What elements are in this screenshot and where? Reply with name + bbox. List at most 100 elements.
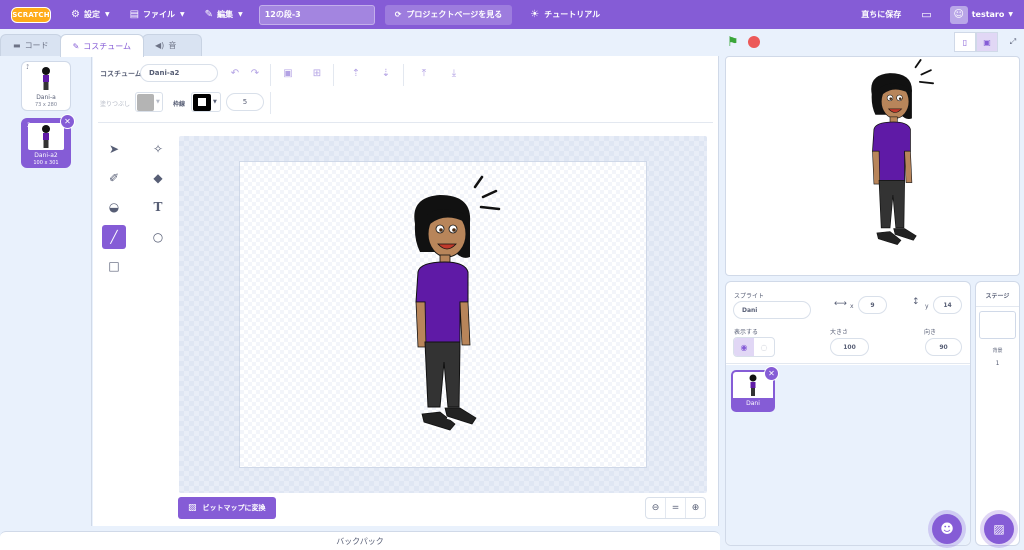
show-label: 表示する	[734, 329, 759, 336]
costume-name-input[interactable]: Dani-a2	[140, 64, 218, 82]
brush-icon: ✐	[108, 171, 120, 185]
group-icon[interactable]: ▣	[279, 64, 297, 82]
outline-color-picker[interactable]: ▼	[191, 92, 221, 112]
back-icon[interactable]: ⤓	[445, 64, 463, 82]
sprite-label: スプライト	[734, 293, 765, 300]
stage-size-controls: ▯ ▣ ⤢	[954, 32, 1024, 52]
chevron-down-icon: ▼	[180, 11, 185, 18]
folder-icon[interactable]: ▭	[921, 8, 931, 21]
small-stage-icon[interactable]: ▯	[954, 32, 976, 52]
stop-icon[interactable]	[748, 36, 760, 48]
avatar[interactable]: ☺	[949, 5, 968, 24]
large-stage-icon[interactable]: ▣	[976, 32, 998, 52]
y-position-input[interactable]: 14	[933, 296, 962, 314]
canvas-area[interactable]	[179, 136, 707, 493]
size-label: 大きさ	[830, 329, 849, 336]
settings-menu-label: 設定	[83, 10, 100, 19]
backpack[interactable]: バックパック	[0, 531, 720, 550]
refresh-icon: ⟳	[394, 10, 402, 19]
eye-slash-icon[interactable]: ◌	[754, 338, 774, 356]
image-icon: ▨	[993, 522, 1005, 536]
costume-item-1[interactable]: 1 Dani-a 73 x 280	[21, 61, 71, 111]
choose-backdrop-button[interactable]: ▨	[984, 514, 1014, 544]
zoom-in-icon[interactable]: ⊕	[686, 498, 705, 518]
project-page-button[interactable]: ⟳ プロジェクトページを見る	[384, 4, 513, 25]
costume-item-2[interactable]: 2 Dani-a2 100 x 301 ✕	[21, 114, 75, 168]
outline-label: 枠線	[173, 101, 186, 108]
y-label: y	[925, 303, 929, 310]
divider	[976, 306, 1019, 307]
tab-costumes-label: コスチューム	[83, 41, 132, 51]
undo-icon[interactable]: ↶	[226, 64, 244, 82]
brush-icon: ✎	[72, 41, 80, 51]
costume-size: 73 x 280	[34, 102, 58, 108]
rectangle-tool[interactable]: □	[102, 254, 126, 278]
sprite-panel: スプライト Dani ⟷ x 9 ↕ y 14 表示する ◉ ◌ 大きさ 100…	[725, 281, 971, 546]
direction-label: 向き	[924, 329, 937, 336]
drawing-canvas[interactable]	[239, 161, 647, 468]
costume-name-label: コスチューム	[100, 70, 142, 78]
tutorials-label: チュートリアル	[544, 10, 601, 19]
forward-icon[interactable]: ⇡	[347, 64, 365, 82]
project-title-input[interactable]: 12の段-3	[258, 4, 375, 25]
tab-sounds[interactable]: ◀) 音	[142, 34, 203, 56]
file-menu[interactable]: ▤ ファイル ▼	[130, 0, 185, 29]
toolbar-divider	[270, 64, 271, 86]
tab-costumes[interactable]: ✎ コスチューム	[59, 34, 145, 57]
circle-tool[interactable]: ○	[146, 225, 170, 249]
eraser-icon: ◆	[153, 171, 163, 185]
save-now-button[interactable]: 直ちに保存	[861, 9, 901, 20]
x-position-input[interactable]: 9	[858, 296, 887, 314]
menu-bar-right: 直ちに保存 ▭ ☺ testaro ▼	[861, 0, 1024, 29]
choose-sprite-button[interactable]: ☻	[932, 514, 962, 544]
visibility-toggle: ◉ ◌	[733, 337, 775, 357]
settings-menu[interactable]: ⚙ 設定 ▼	[71, 0, 110, 29]
costume-name: Dani-a2	[34, 152, 58, 159]
size-input[interactable]: 100	[830, 338, 869, 356]
brush-tool[interactable]: ✐	[102, 166, 126, 190]
outline-width-input[interactable]: 5	[226, 93, 264, 111]
bucket-icon: ◒	[108, 200, 120, 214]
gear-icon: ⚙	[71, 9, 80, 20]
sprite-name: Dani	[746, 400, 760, 407]
fill-color-picker[interactable]: ▼	[135, 92, 163, 112]
zoom-reset-button[interactable]: =	[666, 498, 686, 518]
stage-header: ステージ	[985, 293, 1010, 300]
eye-icon[interactable]: ◉	[734, 338, 754, 356]
stage-selector[interactable]: ステージ 背景 1	[975, 281, 1020, 546]
stage-sprite	[871, 59, 934, 245]
trash-icon[interactable]: ✕	[764, 366, 779, 381]
fill-tool[interactable]: ◒	[102, 195, 126, 219]
line-tool[interactable]: ╱	[102, 225, 126, 249]
eraser-tool[interactable]: ◆	[146, 166, 170, 190]
edit-menu[interactable]: ✎ 編集 ▼	[205, 0, 243, 29]
direction-input[interactable]: 90	[925, 338, 962, 356]
redo-icon[interactable]: ↷	[246, 64, 264, 82]
menu-bar: SCRATCH ⚙ 設定 ▼ ▤ ファイル ▼ ✎ 編集 ▼ 12の段-3 ⟳ …	[0, 0, 1024, 29]
tutorials-button[interactable]: ☀ チュートリアル	[530, 9, 600, 20]
convert-to-bitmap-button[interactable]: ▨ ビットマップに変換	[178, 497, 276, 519]
backward-icon[interactable]: ⇣	[377, 64, 395, 82]
cat-icon: ☻	[940, 521, 954, 537]
arrow-icon: ➤	[108, 142, 120, 156]
zoom-out-icon[interactable]: ⊖	[646, 498, 666, 518]
chevron-down-icon[interactable]: ▼	[1008, 11, 1013, 18]
chevron-down-icon: ▼	[238, 11, 243, 18]
green-flag-icon[interactable]: ⚑	[727, 35, 739, 50]
paint-editor: コスチューム Dani-a2 ↶ ↷ ▣ ⊞ ⇡ ⇣ ⤒ ⤓ 塗りつぶし ▼ 枠…	[93, 56, 719, 526]
chevron-down-icon: ▼	[104, 11, 110, 18]
scratch-logo[interactable]: SCRATCH	[11, 6, 51, 23]
sprite-name-input[interactable]: Dani	[733, 301, 811, 319]
reshape-tool[interactable]: ✧	[146, 137, 170, 161]
text-tool[interactable]: T	[146, 195, 170, 219]
front-icon[interactable]: ⤒	[415, 64, 433, 82]
ungroup-icon[interactable]: ⊞	[308, 64, 326, 82]
username[interactable]: testaro	[972, 10, 1005, 19]
fullscreen-icon[interactable]: ⤢	[1002, 32, 1024, 52]
code-icon: ▬	[13, 41, 21, 50]
tab-code[interactable]: ▬ コード	[0, 34, 62, 56]
trash-icon[interactable]: ✕	[60, 114, 75, 129]
stage-canvas[interactable]	[725, 56, 1020, 276]
sprite-item-dani[interactable]: Dani ✕	[731, 366, 779, 412]
select-tool[interactable]: ➤	[102, 137, 126, 161]
